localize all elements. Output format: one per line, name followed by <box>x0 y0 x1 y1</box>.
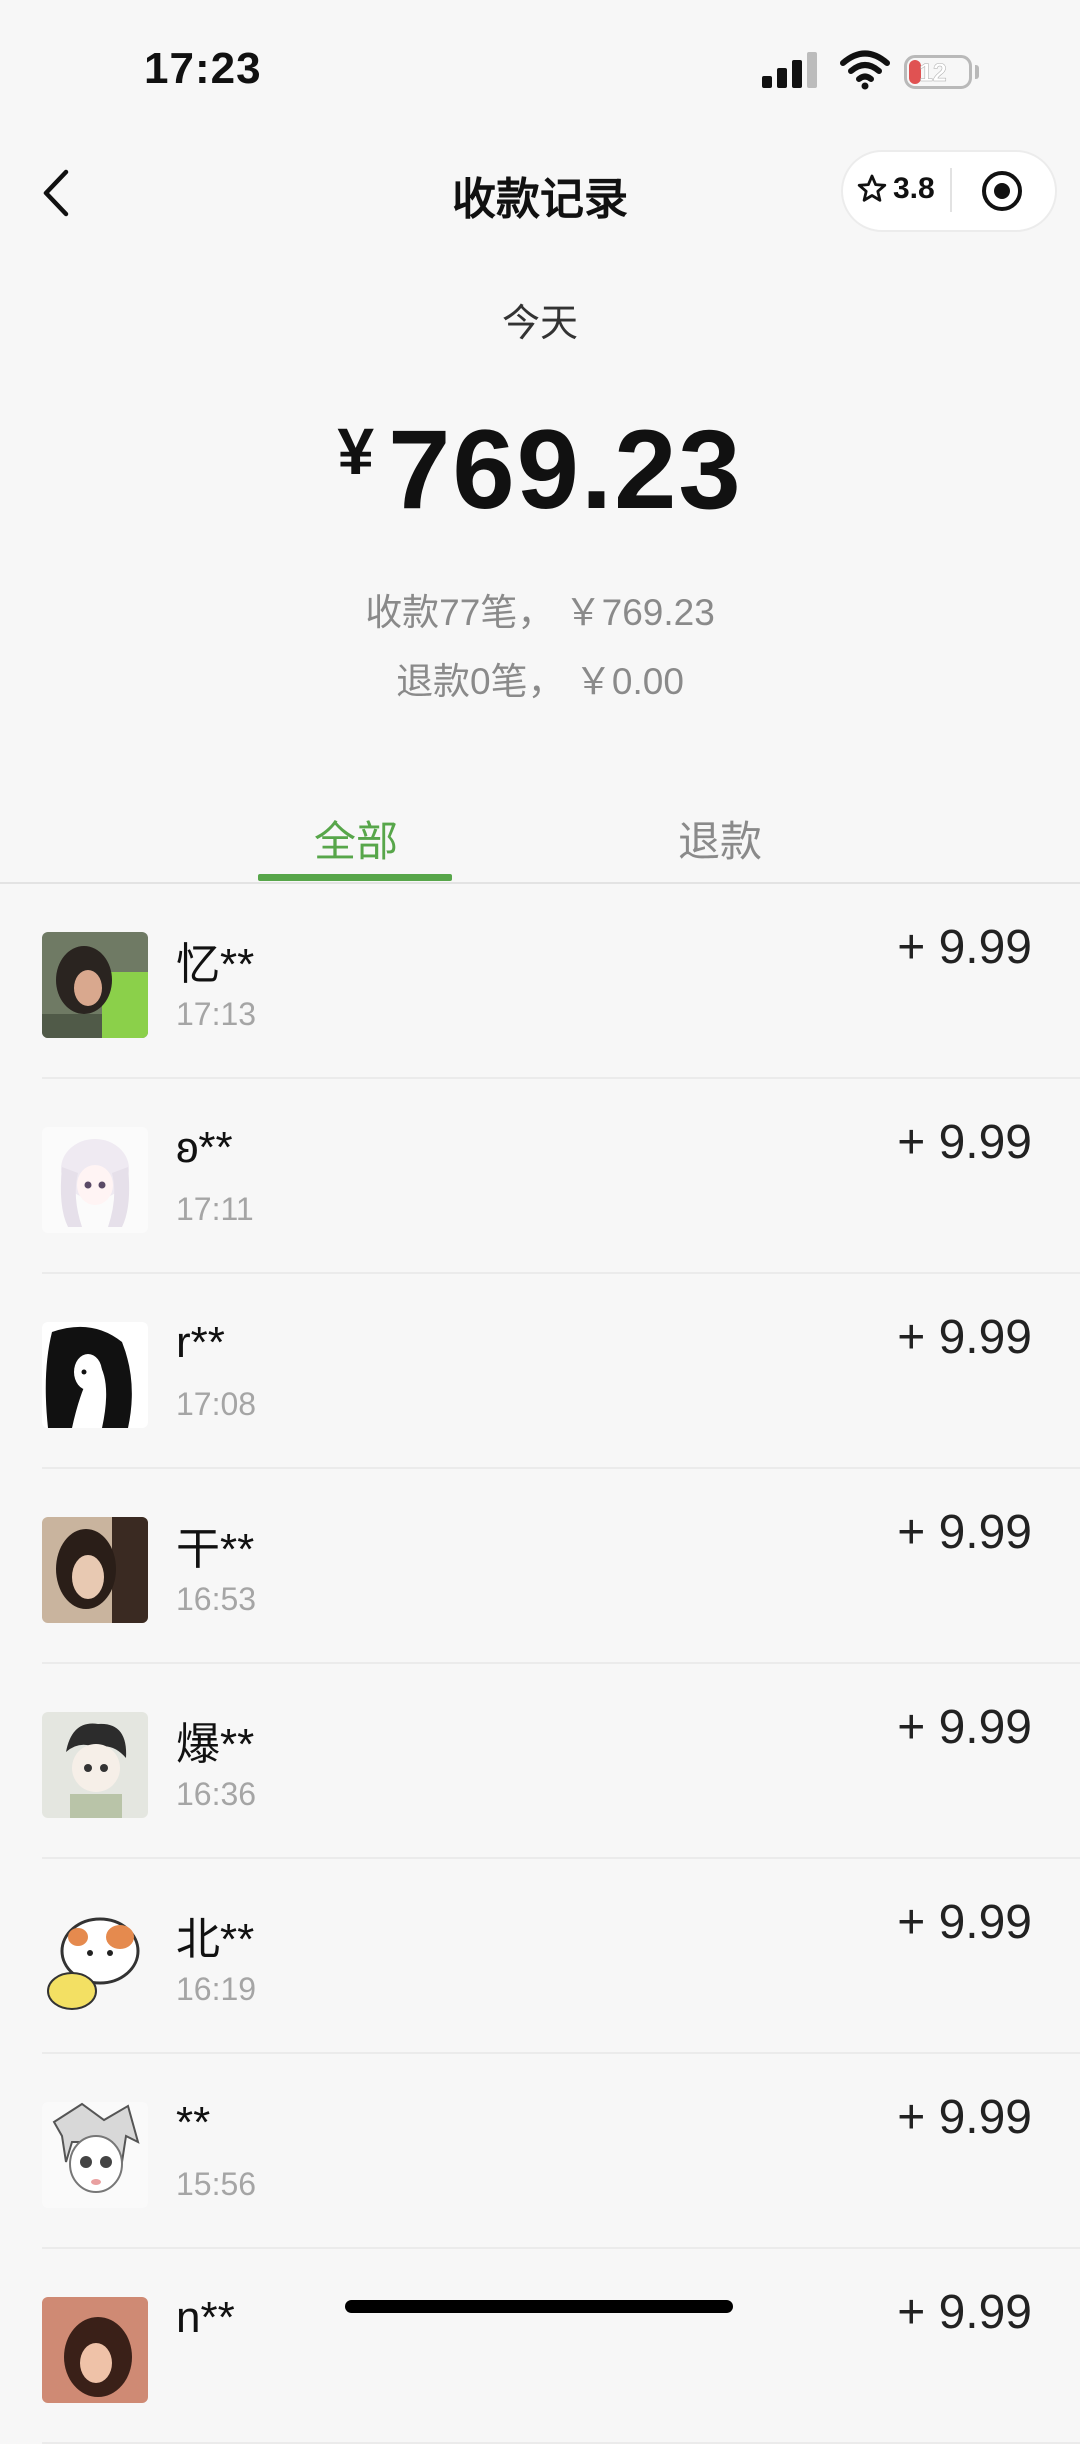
payer-name: 北** <box>176 1915 255 1964</box>
list-item[interactable]: ʚ** 17:11 + 9.99 <box>0 1079 1080 1274</box>
total-amount: 769.23 <box>388 407 743 532</box>
tab-all[interactable]: 全部 <box>246 808 466 869</box>
payment-time: 17:13 <box>176 996 257 1032</box>
list-item[interactable]: 干** 16:53 + 9.99 <box>0 1469 1080 1664</box>
payer-name: 干** <box>176 1525 255 1574</box>
capsule-divider <box>950 168 952 212</box>
payment-amount: + 9.99 <box>897 2286 1032 2339</box>
payment-amount: + 9.99 <box>897 2091 1032 2144</box>
battery-level: 12 <box>919 59 947 88</box>
avatar <box>42 2297 148 2403</box>
payment-time: 16:36 <box>176 1776 257 1812</box>
list-item[interactable]: 忆** 17:13 + 9.99 <box>0 884 1080 1079</box>
total-amount-row: ¥769.23 <box>0 405 1080 534</box>
status-time: 17:23 <box>144 44 262 93</box>
payment-amount: + 9.99 <box>897 1896 1032 1949</box>
home-indicator <box>345 2300 733 2313</box>
payment-amount: + 9.99 <box>897 1116 1032 1169</box>
refund-summary: 退款0笔， ￥0.00 <box>396 661 684 702</box>
list-item[interactable]: 北** 16:19 + 9.99 <box>0 1859 1080 2054</box>
list-item[interactable]: r** 17:08 + 9.99 <box>0 1274 1080 1469</box>
payment-time: 16:19 <box>176 1971 257 2007</box>
payer-name: ** <box>176 2098 211 2147</box>
active-tab-indicator <box>258 874 452 881</box>
payer-name: 忆** <box>176 940 255 989</box>
star-icon[interactable] <box>856 173 888 205</box>
payment-time: 15:56 <box>176 2166 257 2202</box>
payer-name: ʚ** <box>176 1123 233 1172</box>
payment-amount: + 9.99 <box>897 1506 1032 1559</box>
payment-time: 17:08 <box>176 1386 257 1422</box>
payment-amount: + 9.99 <box>897 1311 1032 1364</box>
avatar <box>42 1712 148 1818</box>
tab-refund[interactable]: 退款 <box>610 808 830 869</box>
list-item[interactable]: 爆** 16:36 + 9.99 <box>0 1664 1080 1859</box>
period-label: 今天 <box>501 303 578 345</box>
payment-amount: + 9.99 <box>897 921 1032 974</box>
payer-name: r** <box>176 1318 225 1367</box>
payment-time: 17:11 <box>176 1191 254 1227</box>
close-target-icon[interactable] <box>980 169 1024 213</box>
wifi-icon <box>840 50 890 90</box>
avatar <box>42 1907 148 2013</box>
list-item[interactable]: n** + 9.99 <box>0 2249 1080 2444</box>
payment-record-list: 忆** 17:13 + 9.99 ʚ** 17:11 + 9.99 r** 17… <box>0 884 1080 2444</box>
payer-name: n** <box>176 2293 235 2342</box>
list-item[interactable]: ** 15:56 + 9.99 <box>0 2054 1080 2249</box>
income-summary: 收款77笔， ￥769.23 <box>365 592 715 633</box>
signal-icon <box>762 52 818 88</box>
avatar <box>42 2102 148 2208</box>
battery-icon: 12 <box>904 55 972 89</box>
avatar <box>42 1517 148 1623</box>
avatar <box>42 932 148 1038</box>
payer-name: 爆** <box>176 1720 255 1769</box>
avatar <box>42 1322 148 1428</box>
payment-amount: + 9.99 <box>897 1701 1032 1754</box>
payment-time: 16:53 <box>176 1581 257 1617</box>
currency-symbol: ¥ <box>337 414 375 488</box>
rating-value[interactable]: 3.8 <box>893 172 935 206</box>
avatar <box>42 1127 148 1233</box>
